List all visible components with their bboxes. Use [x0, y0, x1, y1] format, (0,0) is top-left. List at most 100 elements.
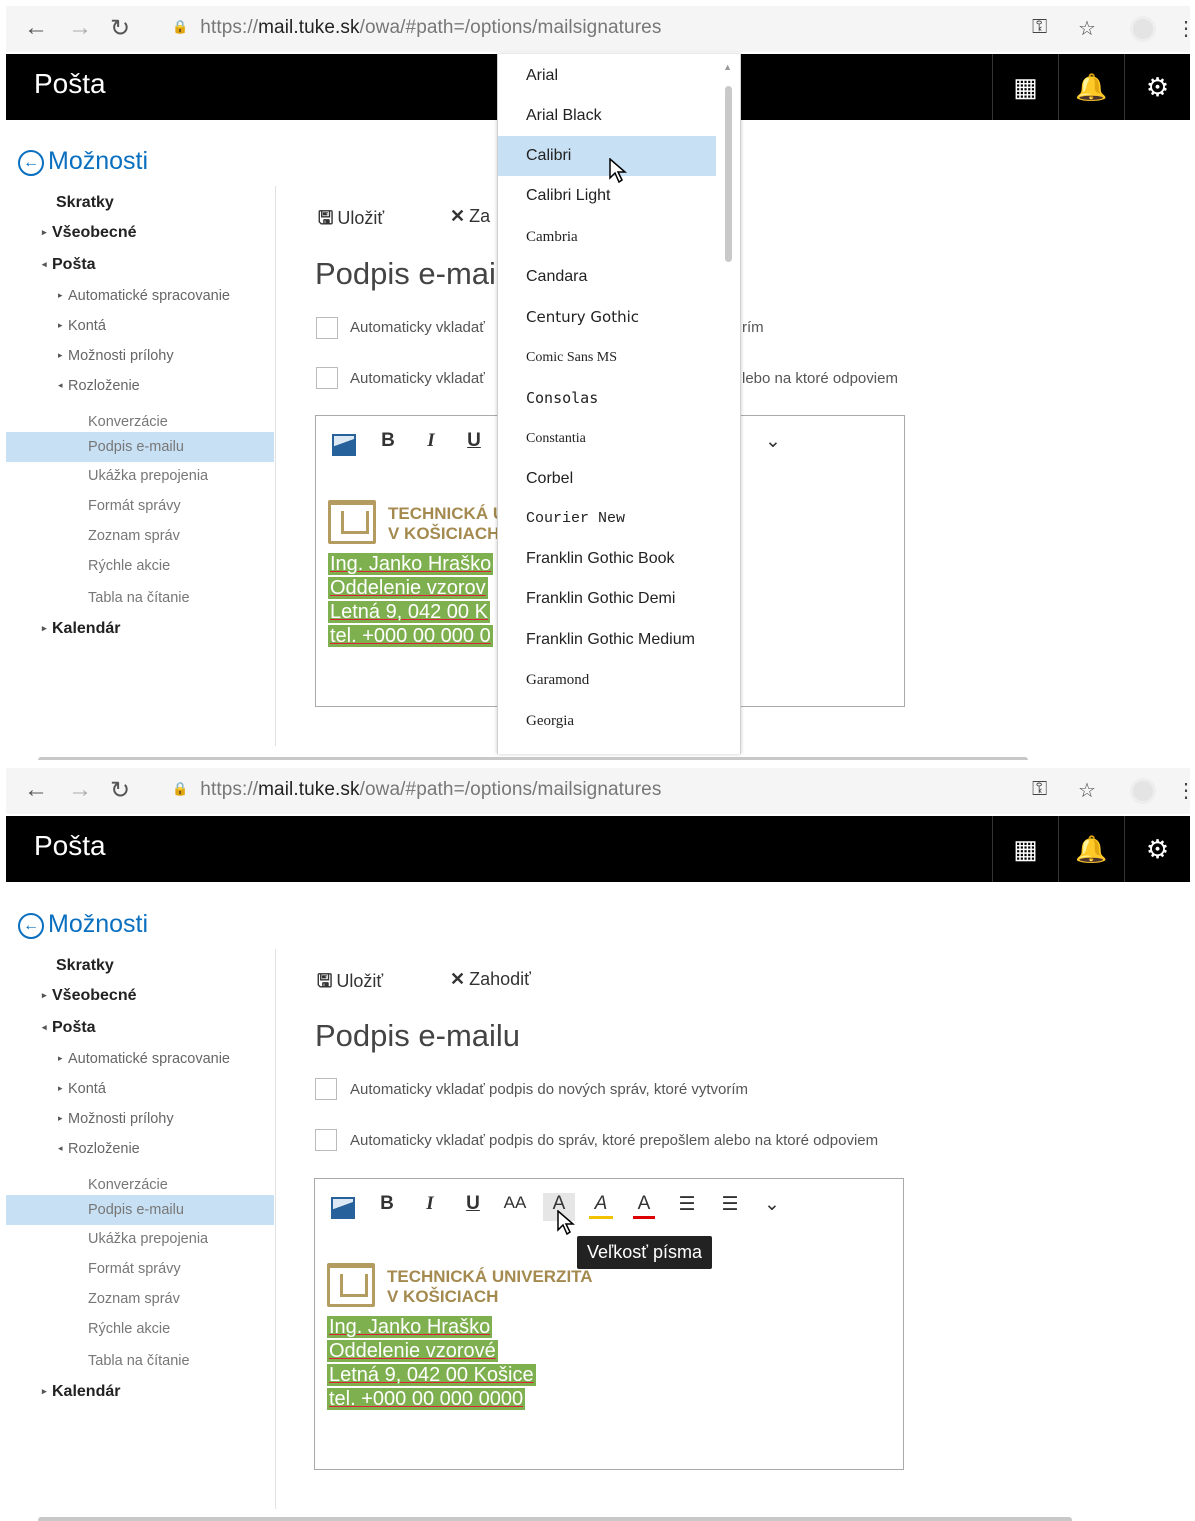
font-option-courier-new[interactable]: Courier New: [498, 499, 716, 539]
address-bar[interactable]: 🔒 https://mail.tuke.sk/owa/#path=/options…: [172, 17, 661, 39]
nav-item-posta[interactable]: ◂ Pošta: [6, 256, 274, 286]
font-option-calibri-light[interactable]: Calibri Light: [498, 176, 716, 216]
star-icon[interactable]: ☆: [1078, 778, 1096, 803]
font-option-arial-black[interactable]: Arial Black: [498, 96, 716, 136]
dropdown-scrollbar[interactable]: [725, 86, 732, 262]
nav-item-moznosti-prilohy[interactable]: ▸ Možnosti prílohy: [6, 1111, 274, 1141]
reload-icon[interactable]: ↻: [110, 776, 130, 805]
checkbox-reply-forward[interactable]: [315, 1129, 337, 1151]
italic-button[interactable]: I: [421, 430, 441, 458]
font-option-consolas[interactable]: Consolas: [498, 378, 716, 418]
font-option-franklin-gothic-book[interactable]: Franklin Gothic Book: [498, 539, 716, 579]
gear-icon[interactable]: ⚙: [1124, 54, 1190, 120]
options-nav: Skratky ▸ Všeobecné ◂ Pošta ▸ Automatické s…: [6, 186, 276, 746]
nav-item-automaticke-spracovanie[interactable]: ▸ Automatické spracovanie: [6, 1051, 274, 1081]
nav-item-konta[interactable]: ▸ Kontá: [6, 318, 274, 348]
nav-item-skratky[interactable]: Skratky: [6, 957, 274, 987]
kebab-menu-icon[interactable]: ⋮: [1176, 778, 1195, 803]
font-option-comic-sans-ms[interactable]: Comic Sans MS: [498, 338, 716, 378]
nav-item-ukazka-prepojenia[interactable]: Ukážka prepojenia: [6, 1231, 274, 1261]
horizontal-scrollbar[interactable]: [38, 757, 1028, 760]
nav-item-rychle-akcie[interactable]: Rýchle akcie: [6, 558, 274, 588]
numbering-icon[interactable]: ☰: [718, 1193, 742, 1221]
font-option-georgia[interactable]: Georgia: [498, 701, 716, 741]
nav-item-automaticke-spracovanie[interactable]: ▸ Automatické spracovanie: [6, 288, 274, 318]
nav-item-rychle-akcie[interactable]: Rýchle akcie: [6, 1321, 274, 1351]
profile-avatar[interactable]: [1130, 16, 1156, 42]
nav-item-rozlozenie[interactable]: ◂ Rozloženie: [6, 378, 274, 408]
more-options-icon[interactable]: ⌄: [762, 430, 784, 458]
font-color-icon[interactable]: A: [633, 1193, 655, 1219]
checkbox-reply-forward[interactable]: [316, 367, 338, 389]
nav-item-vseobecne[interactable]: ▸ Všeobecné: [6, 987, 274, 1017]
back-link[interactable]: ← Možnosti: [18, 147, 148, 176]
profile-avatar[interactable]: [1130, 778, 1156, 804]
font-option-calibri[interactable]: Calibri: [498, 136, 716, 176]
arrow-right-icon[interactable]: →: [68, 14, 92, 42]
more-options-icon[interactable]: ⌄: [761, 1193, 783, 1221]
font-option-century-gothic[interactable]: Century Gothic: [498, 297, 716, 337]
nav-item-tabla-na-citanie[interactable]: Tabla na čítanie: [6, 1353, 274, 1383]
scroll-up-icon[interactable]: ▲: [723, 62, 732, 72]
insert-image-icon[interactable]: [332, 434, 356, 456]
underline-button[interactable]: U: [463, 1193, 483, 1221]
arrow-left-icon[interactable]: ←: [24, 14, 48, 42]
nav-item-kalendar[interactable]: ▸ Kalendár: [6, 1383, 274, 1413]
italic-button[interactable]: I: [420, 1193, 440, 1221]
checkbox-new-messages[interactable]: [316, 317, 338, 339]
underline-button[interactable]: U: [464, 430, 484, 458]
waffle-icon[interactable]: ▦: [992, 816, 1058, 882]
nav-item-rozlozenie[interactable]: ◂ Rozloženie: [6, 1141, 274, 1171]
font-option-franklin-gothic-demi[interactable]: Franklin Gothic Demi: [498, 579, 716, 619]
font-option-garamond[interactable]: Garamond: [498, 660, 716, 700]
font-option-constantia[interactable]: Constantia: [498, 419, 716, 459]
bold-button[interactable]: B: [377, 1193, 397, 1221]
nav-item-tabla-na-citanie[interactable]: Tabla na čítanie: [6, 590, 274, 620]
nav-item-kalendar[interactable]: ▸ Kalendár: [6, 620, 274, 650]
highlight-icon[interactable]: A: [589, 1193, 613, 1219]
key-icon[interactable]: ⚿: [1032, 16, 1047, 39]
nav-item-format-spravy[interactable]: Formát správy: [6, 1261, 274, 1291]
discard-button[interactable]: ✕ Zahodiť: [450, 969, 531, 990]
university-name: TECHNICKÁ UNIVERZITA V KOŠICIACH: [387, 1267, 593, 1306]
arrow-right-icon[interactable]: →: [68, 776, 92, 804]
arrow-left-icon[interactable]: ←: [24, 776, 48, 804]
discard-button[interactable]: ✕ Za: [450, 206, 490, 227]
bell-icon[interactable]: 🔔: [1058, 816, 1124, 882]
font-size-icon[interactable]: AA: [501, 1193, 529, 1221]
nav-item-zoznam-sprav[interactable]: Zoznam správ: [6, 1291, 274, 1321]
nav-item-format-spravy[interactable]: Formát správy: [6, 498, 274, 528]
key-icon[interactable]: ⚿: [1032, 778, 1047, 801]
horizontal-scrollbar[interactable]: [38, 1517, 1072, 1521]
nav-item-podpis-e-mailu[interactable]: Podpis e-mailu: [6, 432, 274, 462]
waffle-icon[interactable]: ▦: [992, 54, 1058, 120]
font-option-corbel[interactable]: Corbel: [498, 459, 716, 499]
save-button[interactable]: 🖫 Uložiť: [318, 206, 384, 236]
nav-item-skratky[interactable]: Skratky: [6, 194, 274, 224]
signature-editor[interactable]: B I U AA A A A ☰ ☰ ⌄ TECHNICKÁ UNIVERZIT…: [314, 1178, 904, 1470]
font-option-arial[interactable]: Arial: [498, 56, 716, 96]
font-option-franklin-gothic-medium[interactable]: Franklin Gothic Medium: [498, 620, 716, 660]
address-bar[interactable]: 🔒 https://mail.tuke.sk/owa/#path=/options…: [172, 779, 661, 801]
reload-icon[interactable]: ↻: [110, 14, 130, 43]
nav-item-posta[interactable]: ◂ Pošta: [6, 1019, 274, 1049]
star-icon[interactable]: ☆: [1078, 16, 1096, 41]
bell-icon[interactable]: 🔔: [1058, 54, 1124, 120]
nav-item-podpis-e-mailu[interactable]: Podpis e-mailu: [6, 1195, 274, 1225]
bullets-icon[interactable]: ☰: [675, 1193, 699, 1221]
bold-button[interactable]: B: [378, 430, 398, 458]
nav-item-moznosti-prilohy[interactable]: ▸ Možnosti prílohy: [6, 348, 274, 378]
save-button[interactable]: 🖫 Uložiť: [317, 969, 383, 999]
nav-item-konta[interactable]: ▸ Kontá: [6, 1081, 274, 1111]
insert-image-icon[interactable]: [331, 1197, 355, 1219]
font-option-candara[interactable]: Candara: [498, 257, 716, 297]
back-link[interactable]: ← Možnosti: [18, 910, 148, 939]
nav-item-zoznam-sprav[interactable]: Zoznam správ: [6, 528, 274, 558]
kebab-menu-icon[interactable]: ⋮: [1176, 16, 1195, 41]
nav-item-ukazka-prepojenia[interactable]: Ukážka prepojenia: [6, 468, 274, 498]
nav-item-vseobecne[interactable]: ▸ Všeobecné: [6, 224, 274, 254]
checkbox-new-messages[interactable]: [315, 1078, 337, 1100]
gear-icon[interactable]: ⚙: [1124, 816, 1190, 882]
lock-icon: 🔒: [172, 19, 189, 34]
font-option-cambria[interactable]: Cambria: [498, 217, 716, 257]
